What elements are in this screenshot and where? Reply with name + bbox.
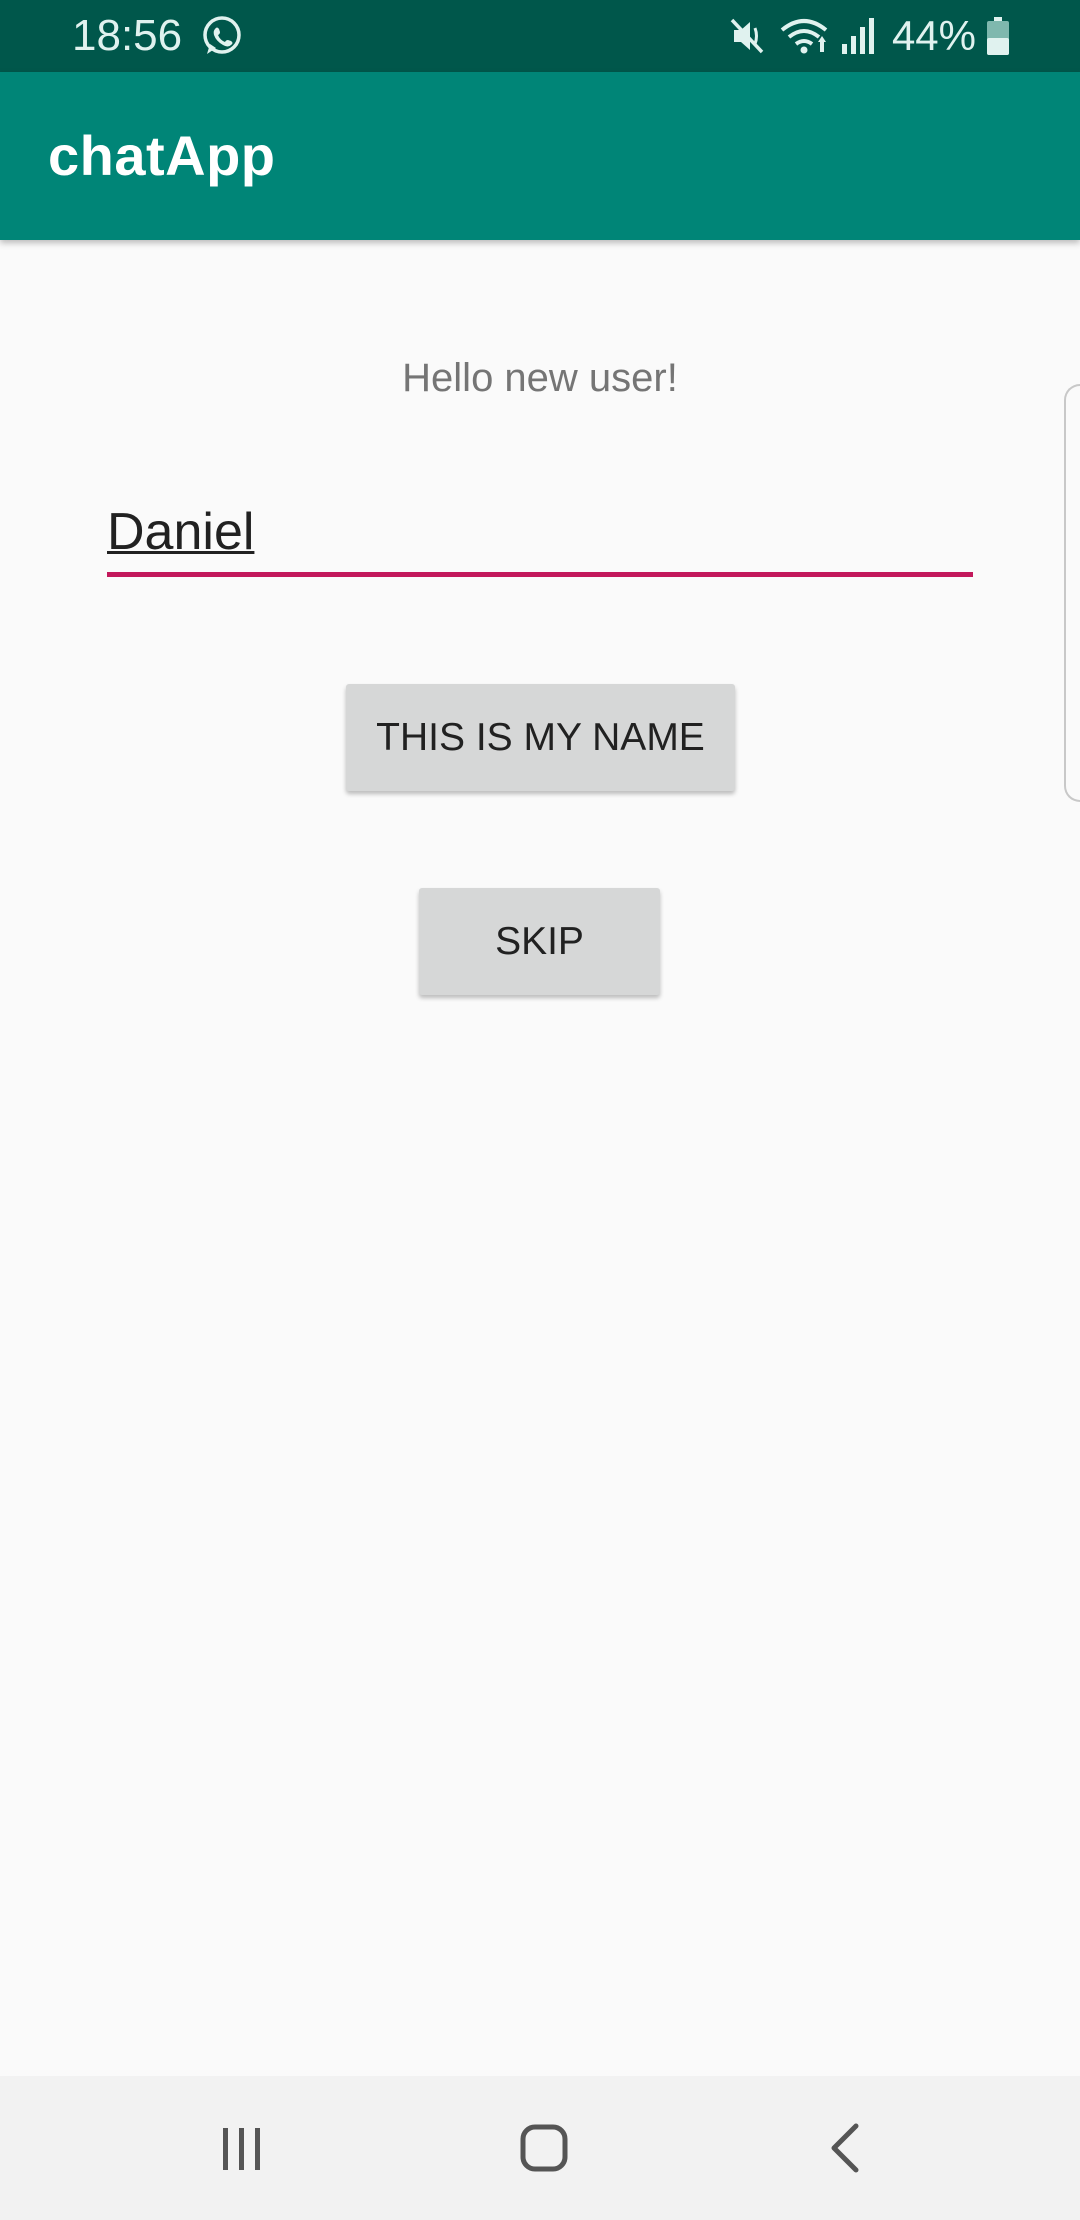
whatsapp-icon <box>200 14 244 58</box>
back-icon <box>831 2123 859 2173</box>
edge-panel-handle[interactable] <box>1064 384 1080 802</box>
status-time: 18:56 <box>72 11 183 60</box>
name-field-underline <box>107 572 973 577</box>
skip-button[interactable]: SKIP <box>419 888 660 995</box>
signal-icon <box>840 16 876 56</box>
name-field <box>107 492 973 578</box>
greeting-text: Hello new user! <box>402 356 678 400</box>
home-icon <box>520 2124 568 2172</box>
home-button[interactable] <box>494 2098 594 2198</box>
this-is-my-name-button[interactable]: THIS IS MY NAME <box>346 684 735 791</box>
mute-icon <box>728 16 768 56</box>
app-bar: chatApp <box>0 72 1080 240</box>
recent-apps-button[interactable] <box>192 2098 292 2198</box>
back-button[interactable] <box>796 2098 896 2198</box>
app-title: chatApp <box>48 124 276 187</box>
navigation-bar <box>0 2076 1080 2220</box>
battery-percent: 44% <box>891 12 976 59</box>
name-input[interactable] <box>107 492 973 572</box>
battery-icon <box>986 16 1010 56</box>
status-bar: 18:56 44% <box>0 0 1080 72</box>
recent-apps-icon <box>223 2128 260 2170</box>
wifi-icon <box>778 16 830 56</box>
status-icons: 44% <box>728 10 1010 62</box>
